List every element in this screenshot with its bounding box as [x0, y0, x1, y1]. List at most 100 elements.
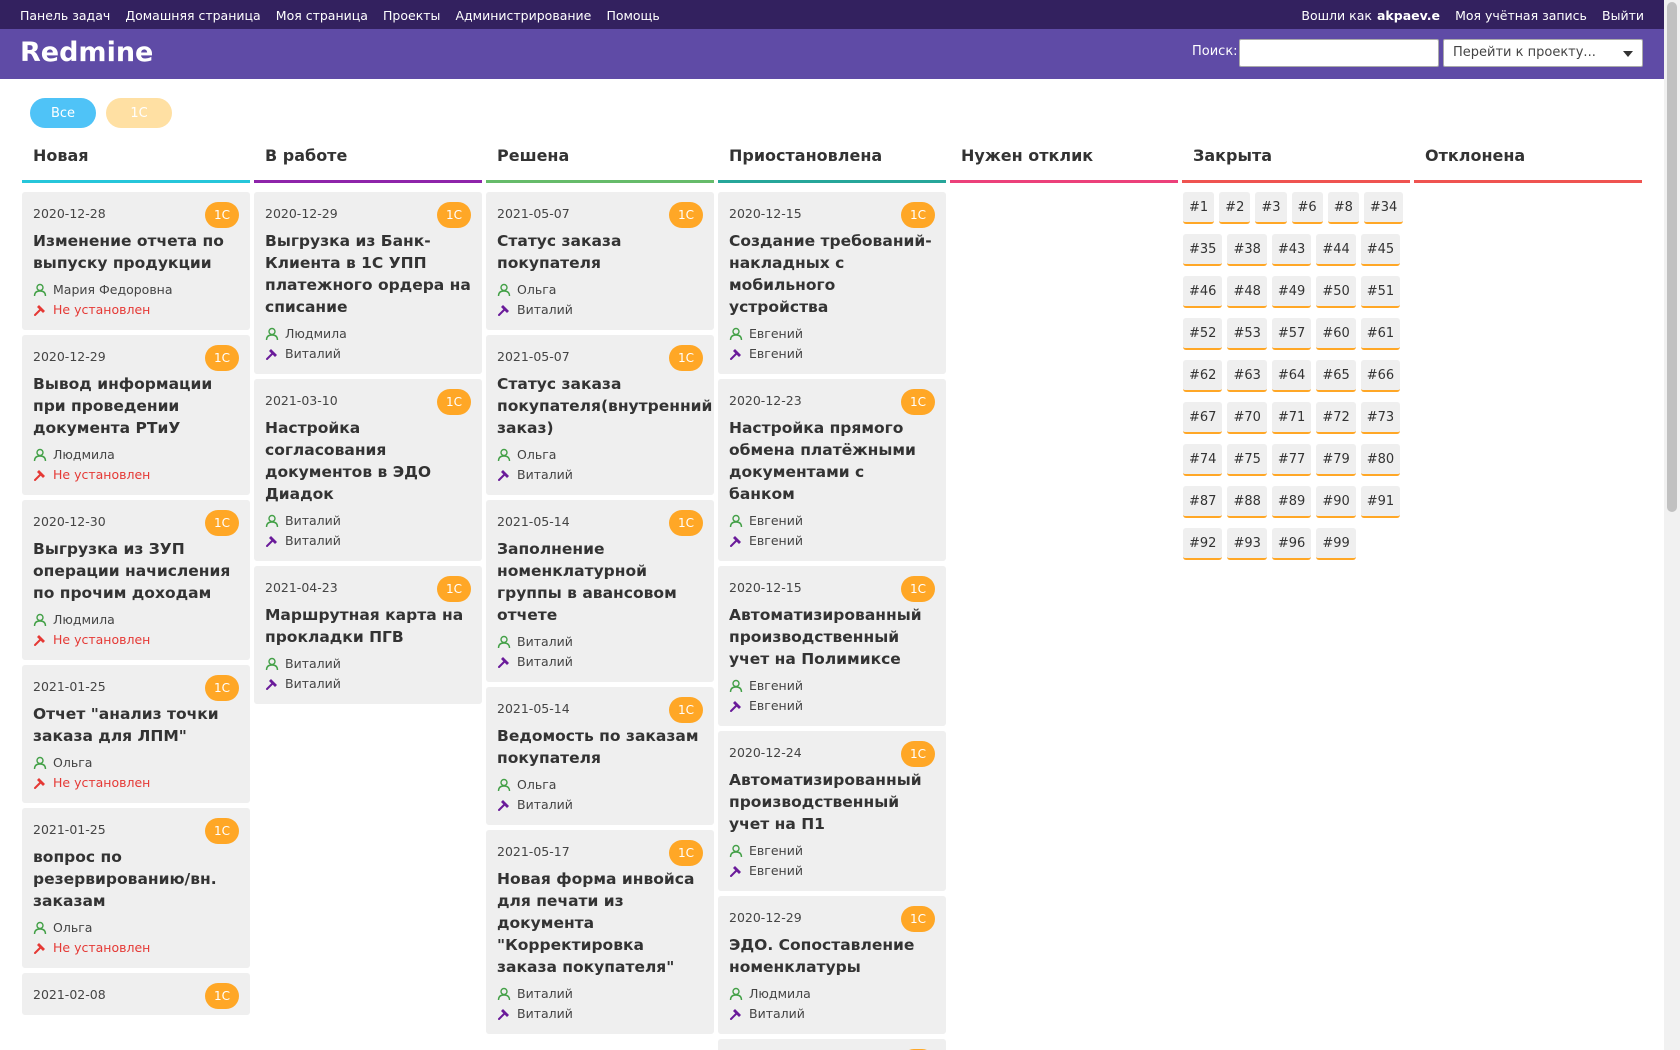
issue-card[interactable]: 2020-12-29 1С Выгрузка из Банк-Клиента в 1… — [254, 192, 482, 374]
issue-title[interactable]: Автоматизированный производственный учет… — [729, 604, 935, 670]
closed-issue-chip[interactable]: #92 — [1183, 528, 1223, 560]
closed-issue-chip[interactable]: #65 — [1316, 360, 1356, 392]
issue-card[interactable]: 2021-05-14 1С Заполнение номенклатурной гр… — [486, 500, 714, 682]
closed-issue-chip[interactable]: #48 — [1227, 276, 1267, 308]
closed-issue-chip[interactable]: #90 — [1316, 486, 1356, 518]
issue-title[interactable]: Автоматизированный производственный учет… — [729, 769, 935, 835]
issue-card[interactable]: 2021-05-07 1С Статус заказа покупателя(вну… — [486, 335, 714, 495]
menu-admin-link[interactable]: Администрирование — [455, 8, 591, 23]
closed-issue-chip[interactable]: #52 — [1183, 318, 1223, 350]
closed-issue-chip[interactable]: #67 — [1183, 402, 1223, 434]
issue-card[interactable]: 2021-02-08 1С — [22, 973, 250, 1015]
issue-title[interactable]: Статус заказа покупателя(внутренний зака… — [497, 373, 712, 439]
closed-issue-chip[interactable]: #70 — [1227, 402, 1267, 434]
logout-link[interactable]: Выйти — [1602, 8, 1644, 23]
closed-issue-chip[interactable]: #35 — [1183, 234, 1223, 266]
my-account-link[interactable]: Моя учётная запись — [1455, 8, 1587, 23]
issue-title[interactable]: Новая форма инвойса для печати из докуме… — [497, 868, 703, 978]
closed-issue-chip[interactable]: #46 — [1183, 276, 1223, 308]
page-scrollbar[interactable] — [1664, 0, 1680, 1050]
issue-card[interactable]: 2021-05-07 1С Статус заказа покупателя Ольг… — [486, 192, 714, 330]
closed-issue-chip[interactable]: #44 — [1316, 234, 1356, 266]
issue-card[interactable]: 2021-05-14 1С Ведомость по заказам покупат… — [486, 687, 714, 825]
closed-issue-chip[interactable]: #64 — [1271, 360, 1312, 392]
menu-help-link[interactable]: Помощь — [606, 8, 659, 23]
closed-issue-chip[interactable]: #60 — [1316, 318, 1356, 350]
closed-issue-chip[interactable]: #75 — [1227, 444, 1267, 476]
menu-home-link[interactable]: Домашняя страница — [125, 8, 260, 23]
closed-issue-chip[interactable]: #74 — [1183, 444, 1223, 476]
issue-card[interactable]: 2020-12-15 1С Создание требований-накладны… — [718, 192, 946, 374]
issue-card[interactable]: 2020-12-30 1С Выгрузка из ЗУП операции нач… — [22, 500, 250, 660]
closed-issue-chip[interactable]: #43 — [1271, 234, 1312, 266]
issue-title[interactable]: Заполнение номенклатурной группы в аванс… — [497, 538, 703, 626]
closed-issue-chip[interactable]: #1 — [1183, 192, 1215, 224]
issue-title[interactable]: Настройка согласования документов в ЭДО … — [265, 417, 471, 505]
menu-my-page-link[interactable]: Моя страница — [276, 8, 368, 23]
closed-issue-chip[interactable]: #72 — [1316, 402, 1356, 434]
closed-issue-chip[interactable]: #96 — [1271, 528, 1312, 560]
issue-title[interactable]: Статус заказа покупателя — [497, 230, 703, 274]
issue-card[interactable]: 2020-12-29 1С Вывод информации при проведе… — [22, 335, 250, 495]
closed-issue-chip[interactable]: #49 — [1271, 276, 1312, 308]
issue-card[interactable]: 2020-12-23 1С Настройка прямого обмена пла… — [718, 379, 946, 561]
closed-issue-chip[interactable]: #80 — [1360, 444, 1401, 476]
issue-title[interactable]: Создание требований-накладных с мобильно… — [729, 230, 935, 318]
issue-title[interactable]: Отчет "анализ точки заказа для ЛПМ" — [33, 703, 239, 747]
closed-issue-chip[interactable]: #53 — [1227, 318, 1267, 350]
closed-issue-chip[interactable]: #6 — [1291, 192, 1323, 224]
issue-card[interactable]: 2021-05-17 1С Новая форма инвойса для печа… — [486, 830, 714, 1034]
closed-issue-chip[interactable]: #87 — [1183, 486, 1223, 518]
closed-issue-chip[interactable]: #99 — [1316, 528, 1356, 560]
issue-card[interactable]: 2021-02-171С — [718, 1039, 946, 1050]
issue-card[interactable]: 2021-03-10 1С Настройка согласования докум… — [254, 379, 482, 561]
issue-title[interactable]: Маршрутная карта на прокладки ПГВ — [265, 604, 471, 648]
issue-title[interactable]: Изменение отчета по выпуску продукции — [33, 230, 239, 274]
closed-issue-chip[interactable]: #66 — [1360, 360, 1401, 392]
menu-projects-link[interactable]: Проекты — [383, 8, 440, 23]
closed-issue-chip[interactable]: #34 — [1363, 192, 1404, 224]
closed-issue-chip[interactable]: #8 — [1327, 192, 1359, 224]
closed-issue-chip[interactable]: #51 — [1360, 276, 1401, 308]
closed-issue-chip[interactable]: #2 — [1219, 192, 1251, 224]
closed-issue-chip[interactable]: #57 — [1271, 318, 1312, 350]
closed-issue-chip[interactable]: #3 — [1255, 192, 1287, 224]
issue-card[interactable]: 2021-01-25 1С Отчет "анализ точки заказа д… — [22, 665, 250, 803]
issue-card[interactable]: 2020-12-29 1С ЭДО. Сопоставление номенклат… — [718, 896, 946, 1034]
filter-1c-button[interactable]: 1С — [106, 98, 172, 128]
closed-issue-chip[interactable]: #73 — [1360, 402, 1401, 434]
closed-issue-chip[interactable]: #45 — [1360, 234, 1401, 266]
issue-card[interactable]: 2020-12-15 1С Автоматизированный производс… — [718, 566, 946, 726]
issue-card[interactable]: 2020-12-24 1С Автоматизированный производс… — [718, 731, 946, 891]
closed-issue-chip[interactable]: #71 — [1271, 402, 1312, 434]
closed-issue-chip[interactable]: #38 — [1227, 234, 1267, 266]
tracker-badge: 1С — [901, 906, 935, 932]
closed-issue-chip[interactable]: #88 — [1227, 486, 1267, 518]
issue-title[interactable]: Вывод информации при проведении документ… — [33, 373, 239, 439]
issue-title[interactable]: Настройка прямого обмена платёжными доку… — [729, 417, 935, 505]
issue-title[interactable]: вопрос по резервированию/вн. заказам — [33, 846, 239, 912]
issue-title[interactable]: ЭДО. Сопоставление номенклатуры — [729, 934, 935, 978]
closed-issue-chip[interactable]: #79 — [1316, 444, 1356, 476]
closed-issue-chip[interactable]: #50 — [1316, 276, 1356, 308]
closed-issue-chip[interactable]: #61 — [1360, 318, 1401, 350]
issue-card[interactable]: 2021-01-25 1С вопрос по резервированию/вн.… — [22, 808, 250, 968]
current-user-link[interactable]: akpaev.e — [1377, 8, 1440, 23]
hammer-icon — [265, 677, 279, 691]
issue-title[interactable]: Выгрузка из ЗУП операции начисления по п… — [33, 538, 239, 604]
closed-issue-chip[interactable]: #62 — [1183, 360, 1223, 392]
issue-card[interactable]: 2021-04-23 1С Маршрутная карта на прокладк… — [254, 566, 482, 704]
menu-dashboard-link[interactable]: Панель задач — [20, 8, 110, 23]
scrollbar-thumb[interactable] — [1667, 2, 1677, 512]
issue-title[interactable]: Выгрузка из Банк-Клиента в 1С УПП платеж… — [265, 230, 471, 318]
closed-issue-chip[interactable]: #63 — [1227, 360, 1267, 392]
closed-issue-chip[interactable]: #77 — [1271, 444, 1312, 476]
filter-all-button[interactable]: Все — [30, 98, 96, 128]
search-input[interactable] — [1239, 39, 1439, 67]
issue-title[interactable]: Ведомость по заказам покупателя — [497, 725, 703, 769]
issue-card[interactable]: 2020-12-28 1С Изменение отчета по выпуску … — [22, 192, 250, 330]
closed-issue-chip[interactable]: #93 — [1227, 528, 1267, 560]
project-jump-select[interactable]: Перейти к проекту... — [1443, 39, 1643, 67]
closed-issue-chip[interactable]: #91 — [1360, 486, 1401, 518]
closed-issue-chip[interactable]: #89 — [1271, 486, 1312, 518]
